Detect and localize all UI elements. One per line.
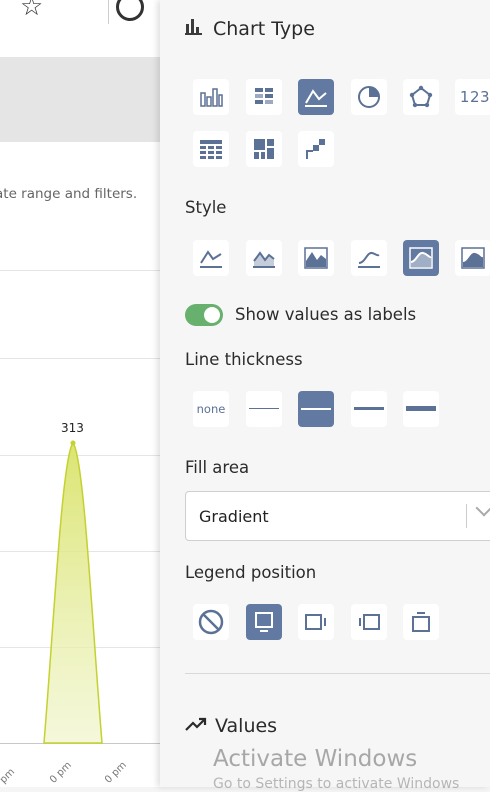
- radar-chart-icon: [409, 85, 433, 108]
- style-line[interactable]: [193, 240, 229, 276]
- smooth-area-style-icon: [409, 247, 433, 269]
- extra-thick-line-icon: [406, 406, 436, 411]
- style-label: Style: [185, 198, 227, 217]
- thickness-medium[interactable]: [298, 391, 334, 427]
- show-values-toggle[interactable]: [185, 304, 223, 326]
- legend-left-icon: [359, 614, 380, 630]
- smooth-line-style-icon: [358, 252, 380, 268]
- trending-up-icon: [185, 717, 207, 731]
- legend-right[interactable]: [298, 604, 334, 640]
- chart-type-stacked[interactable]: [246, 79, 282, 115]
- pie-chart-icon: [358, 86, 380, 108]
- section-divider: [185, 673, 490, 674]
- fill-area-value: Gradient: [199, 507, 269, 526]
- thin-line-icon: [249, 408, 279, 409]
- goal-icon[interactable]: [116, 0, 144, 21]
- chart-type-title: Chart Type: [213, 18, 315, 40]
- values-heading[interactable]: Values: [185, 715, 277, 737]
- legend-top[interactable]: [403, 604, 439, 640]
- peak-point: [70, 440, 76, 446]
- chart-type-heading: Chart Type: [185, 18, 315, 41]
- chart-type-line[interactable]: [298, 79, 334, 115]
- table-icon: [200, 140, 222, 159]
- style-smooth-line[interactable]: [351, 240, 387, 276]
- style-smooth-area[interactable]: [403, 240, 439, 276]
- bar-chart-icon: [200, 88, 223, 107]
- show-values-label: Show values as labels: [235, 305, 417, 324]
- funnel-icon: [306, 139, 325, 159]
- area-series: [43, 440, 103, 744]
- chart-type-bar[interactable]: [193, 79, 229, 115]
- activate-windows-subtext: Go to Settings to activate Windows: [213, 776, 460, 792]
- legend-position-label: Legend position: [185, 563, 317, 582]
- values-label: Values: [215, 715, 278, 737]
- thick-line-icon: [354, 407, 384, 410]
- legend-top-icon: [412, 612, 430, 632]
- area-filled-style-icon: [304, 247, 328, 269]
- thickness-thick[interactable]: [351, 391, 387, 427]
- smooth-area-filled-style-icon: [461, 247, 485, 269]
- legend-bottom[interactable]: [246, 604, 282, 640]
- toolbar-divider: [108, 0, 109, 24]
- legend-left[interactable]: [351, 604, 387, 640]
- chart-type-pie[interactable]: [351, 79, 387, 115]
- chevron-down-icon[interactable]: [475, 499, 490, 517]
- fill-area-label: Fill area: [185, 458, 250, 477]
- activate-windows-watermark: Activate Windows: [213, 746, 418, 772]
- legend-right-icon: [305, 614, 326, 630]
- chart-type-radar[interactable]: [403, 79, 439, 115]
- thickness-none-label: none: [196, 402, 226, 416]
- fill-area-select[interactable]: Gradient: [185, 491, 490, 541]
- style-area-filled[interactable]: [298, 240, 334, 276]
- thickness-none[interactable]: none: [193, 391, 229, 427]
- number-icon: 123: [459, 88, 490, 106]
- medium-line-icon: [301, 408, 331, 410]
- chart-type-table[interactable]: [193, 131, 229, 167]
- legend-bottom-icon: [255, 612, 273, 632]
- bar-chart-icon: [185, 18, 203, 41]
- area-outline-style-icon: [253, 251, 275, 268]
- chart-type-treemap[interactable]: [246, 131, 282, 167]
- select-divider: [466, 504, 467, 528]
- chart-type-number[interactable]: 123: [455, 79, 490, 115]
- legend-none[interactable]: [193, 604, 229, 640]
- no-legend-icon: [198, 609, 224, 635]
- treemap-icon: [254, 139, 274, 159]
- chart-type-funnel[interactable]: [298, 131, 334, 167]
- star-icon[interactable]: ☆: [20, 0, 43, 22]
- top-toolbar: ☆: [0, 0, 160, 57]
- area-peak: [43, 441, 103, 744]
- stacked-table-icon: [255, 88, 273, 104]
- line-style-icon: [200, 250, 222, 268]
- filter-bar: [0, 57, 160, 143]
- line-chart-icon: [305, 89, 327, 107]
- thickness-thin[interactable]: [246, 391, 282, 427]
- peak-value-label: 313: [61, 421, 84, 435]
- thickness-extra-thick[interactable]: [403, 391, 439, 427]
- line-thickness-label: Line thickness: [185, 350, 303, 369]
- style-smooth-area-filled[interactable]: [455, 240, 490, 276]
- style-area-outline[interactable]: [246, 240, 282, 276]
- chart-settings-panel: Chart Type 123 Style Show values as labe…: [160, 0, 490, 787]
